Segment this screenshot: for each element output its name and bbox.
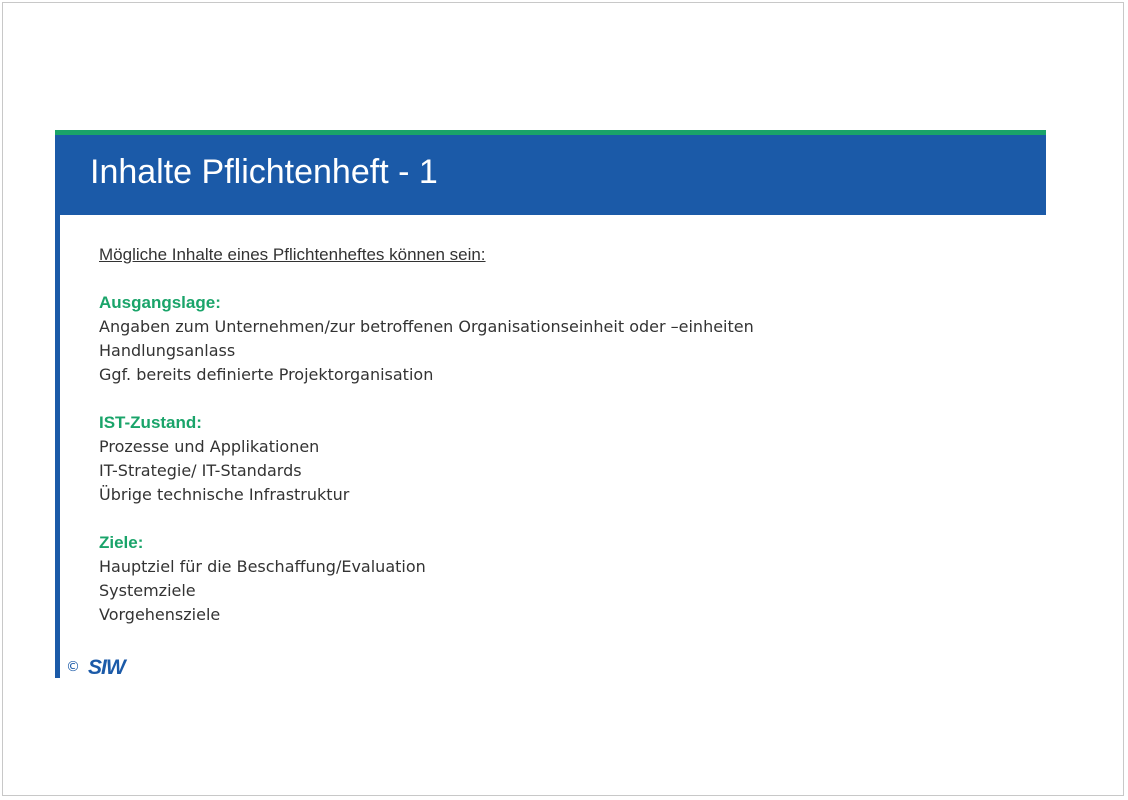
siw-logo-mark: SIW [88,656,129,678]
siw-logo: SIW [86,656,146,678]
section-line: Handlungsanlass [99,341,236,360]
section-line: Angaben zum Unternehmen/zur betroffenen … [99,317,754,336]
section-ziele: Ziele: Hauptziel für die Beschaffung/Eva… [99,531,999,627]
copyright-symbol: © [66,659,80,675]
section-line: Systemziele [99,581,196,600]
siw-logo-text: SIW [88,656,128,678]
title-bar: Inhalte Pflichtenheft - 1 [55,135,1046,215]
section-line: IT-Strategie/ IT-Standards [99,461,302,480]
section-ausgangslage: Ausgangslage: Angaben zum Unternehmen/zu… [99,291,999,387]
section-line: Übrige technische Infrastruktur [99,485,350,504]
section-heading: Ausgangslage: [99,293,221,312]
section-heading: IST-Zustand: [99,413,202,432]
slide-content: Mögliche Inhalte eines Pflichtenheftes k… [99,243,999,651]
section-line: Prozesse und Applikationen [99,437,320,456]
section-line: Hauptziel für die Beschaffung/Evaluation [99,557,426,576]
intro-text: Mögliche Inhalte eines Pflichtenheftes k… [99,245,486,264]
slide-title: Inhalte Pflichtenheft - 1 [90,153,438,191]
section-ist-zustand: IST-Zustand: Prozesse und Applikationen … [99,411,999,507]
section-line: Vorgehensziele [99,605,221,624]
left-accent-rule [55,215,60,678]
section-heading: Ziele: [99,533,144,552]
footer-logo: © SIW [66,656,146,678]
section-line: Ggf. bereits definierte Projektorganisat… [99,365,434,384]
